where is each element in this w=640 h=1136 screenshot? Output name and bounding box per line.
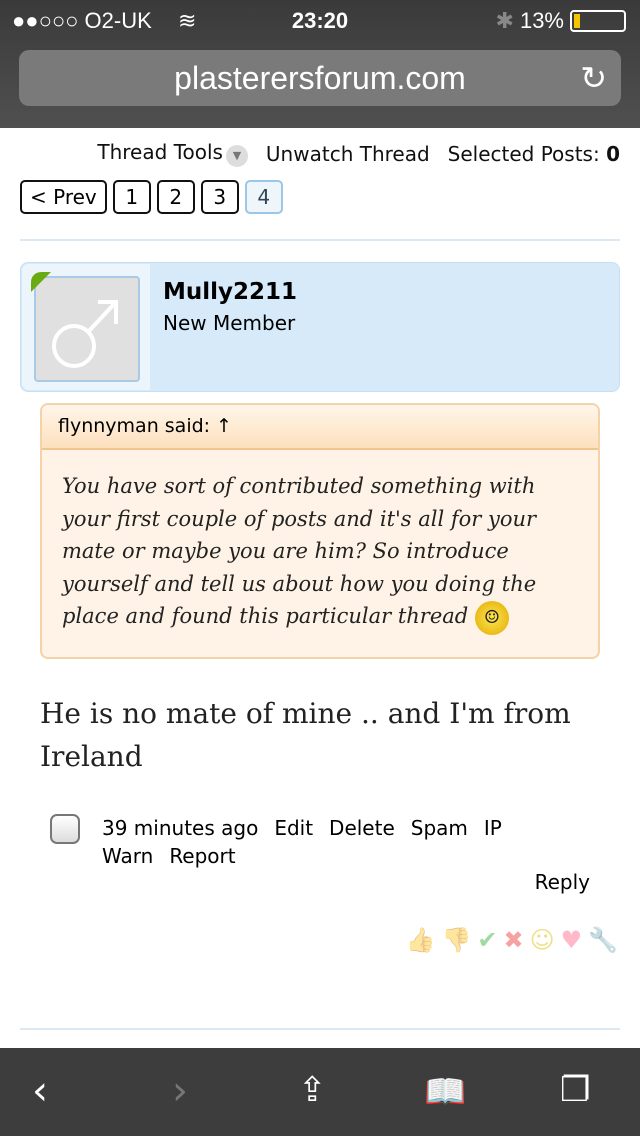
forward-icon[interactable]: › [172,1068,188,1114]
pagination: < Prev 1 2 3 4 [20,180,283,214]
male-symbol-icon [52,300,118,368]
quote-text: You have sort of contributed something w… [62,474,537,628]
url-text: plasterersforum.com [174,60,466,96]
quote-author[interactable]: flynnyman said: ↑ [42,405,598,450]
battery-icon [570,10,626,32]
spam-link[interactable]: Spam [411,816,468,840]
cross-icon[interactable]: ✖ [503,926,523,954]
page-4-current[interactable]: 4 [244,180,283,214]
divider [20,1028,620,1030]
post-user-info: Mully2211 New Member [20,262,620,392]
browser-chrome: ●●○○○ O2-UK ≋ 23:20 ✱ 13% plasterersforum… [0,0,640,128]
post-actions: 39 minutes ago Edit Delete Spam IP Warn Repor… [102,814,562,870]
ip-link[interactable]: IP [484,816,502,840]
laugh-icon[interactable]: ☺ [530,926,555,954]
post-message: He is no mate of mine .. and I'm from Ir… [40,697,571,773]
heart-icon[interactable]: ♥ [561,926,583,954]
reactions-bar: 👍 👎 ✔ ✖ ☺ ♥ 🔧 [406,926,618,954]
reload-icon[interactable]: ↻ [580,50,607,106]
divider [20,239,620,241]
thread-tools-label: Thread Tools [97,140,223,164]
post-time: 39 minutes ago [102,816,259,840]
delete-link[interactable]: Delete [329,816,395,840]
bookmarks-icon[interactable]: 📖 [424,1072,466,1112]
user-title: New Member [163,311,296,335]
status-bar: ●●○○○ O2-UK ≋ 23:20 ✱ 13% [0,0,640,40]
selected-posts-count: 0 [606,141,620,166]
thumbs-down-icon[interactable]: 👎 [441,926,471,954]
edit-link[interactable]: Edit [274,816,313,840]
browser-toolbar: ‹ › ⇪ 📖 ❐ [0,1048,640,1136]
back-icon[interactable]: ‹ [32,1068,48,1114]
chevron-down-icon: ▼ [225,145,248,167]
username-link[interactable]: Mully2211 [163,279,297,305]
warn-link[interactable]: Warn [102,844,153,868]
prev-page-button[interactable]: < Prev [20,180,107,214]
selected-posts-label: Selected Posts: [447,141,600,166]
page-2-button[interactable]: 2 [156,180,195,214]
battery-percent: 13% [519,8,564,33]
smiley-icon: ☺ [474,600,509,635]
page-1-button[interactable]: 1 [112,180,151,214]
bluetooth-icon: ✱ [495,8,514,33]
avatar[interactable] [34,276,140,382]
share-icon[interactable]: ⇪ [298,1070,327,1110]
thumbs-up-icon[interactable]: 👍 [406,926,436,954]
unwatch-thread-link[interactable]: Unwatch Thread [266,142,430,166]
address-bar[interactable]: plasterersforum.com ↻ [19,50,621,106]
select-post-checkbox[interactable] [50,814,80,844]
thread-tools-menu[interactable]: Thread Tools ▼ [97,140,248,167]
quote-block: flynnyman said: ↑ You have sort of contr… [40,403,600,659]
selected-posts[interactable]: Selected Posts: 0 [448,142,620,166]
report-link[interactable]: Report [169,844,235,868]
checkmark-icon[interactable]: ✔ [477,926,497,954]
wrench-icon[interactable]: 🔧 [588,926,618,954]
page-3-button[interactable]: 3 [200,180,239,214]
tabs-icon[interactable]: ❐ [560,1070,590,1110]
reply-link[interactable]: Reply [535,870,590,894]
